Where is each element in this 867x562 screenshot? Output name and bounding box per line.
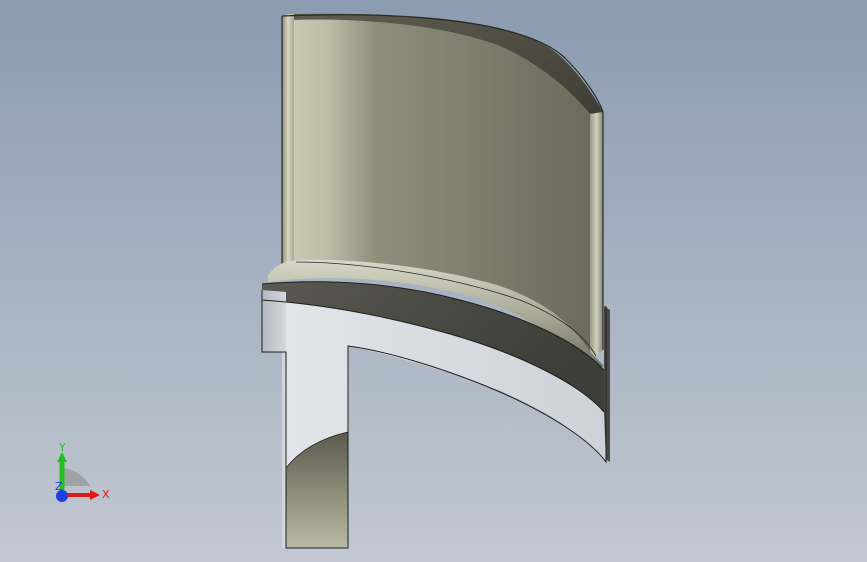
triad-xy-plane-indicator (62, 468, 90, 486)
view-orientation-triad[interactable]: Y X Z (40, 438, 120, 512)
x-axis-arrow-icon (90, 490, 100, 500)
blade-leading-edge (282, 14, 294, 266)
section-left-strip (262, 290, 286, 548)
graphics-viewport[interactable]: Y X Z (0, 0, 867, 562)
turbine-blade-model[interactable] (0, 0, 867, 562)
y-axis-label: Y (58, 441, 66, 454)
z-axis-label: Z (55, 480, 63, 493)
blade-trailing-edge (590, 112, 603, 356)
x-axis-label: X (102, 488, 110, 501)
